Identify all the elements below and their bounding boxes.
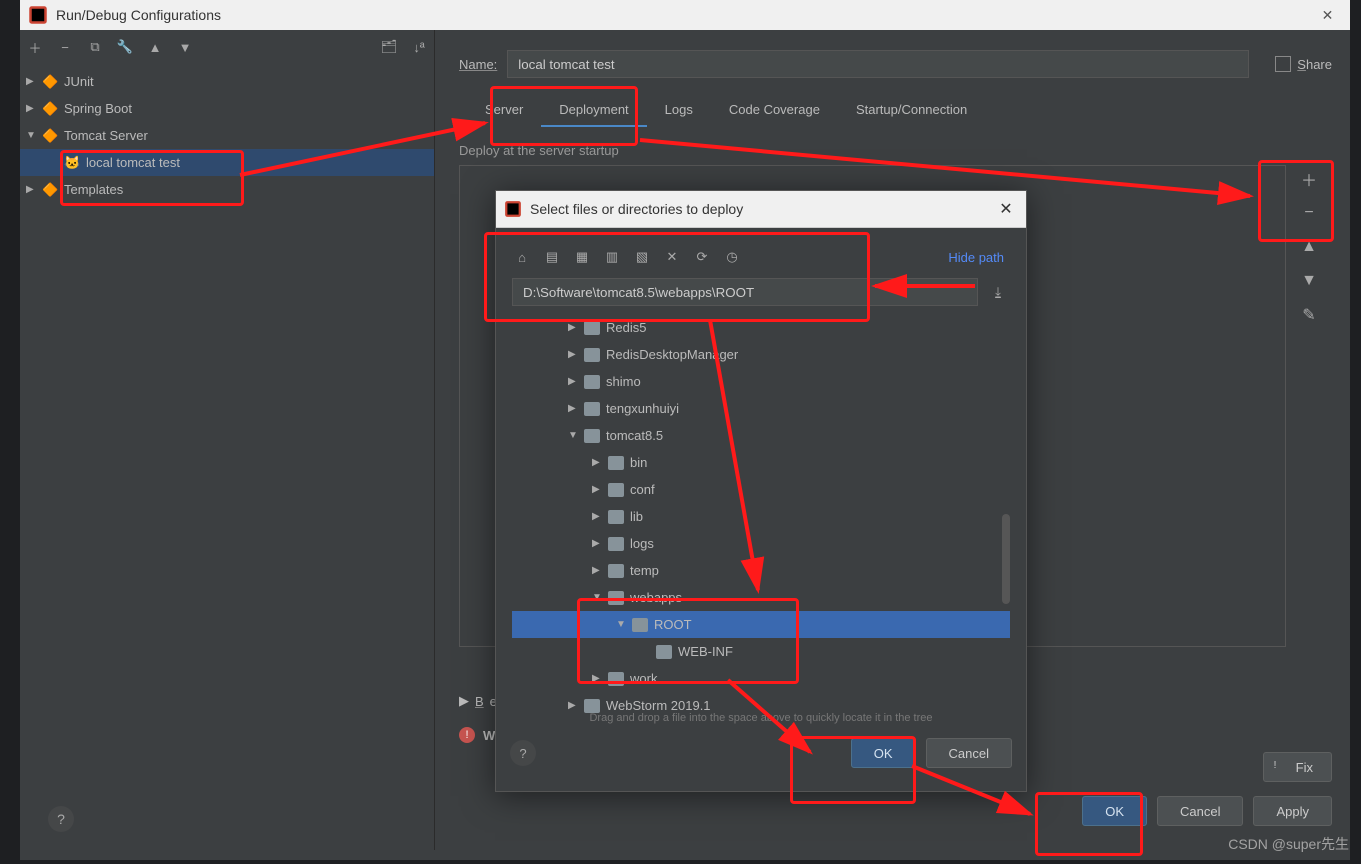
ok-button[interactable]: OK — [1082, 796, 1147, 826]
dialog-close-icon[interactable]: ✕ — [986, 199, 1026, 219]
save-path-icon[interactable]: ⤓ — [986, 278, 1010, 306]
dialog-app-icon — [504, 200, 522, 218]
deploy-section-label: Deploy at the server startup — [459, 143, 1332, 158]
folder-icon — [584, 402, 600, 416]
add-artifact-icon[interactable]: ＋ — [1295, 165, 1323, 193]
tab-server[interactable]: Server — [467, 94, 541, 127]
edit-icon[interactable]: ✎ — [1295, 301, 1323, 329]
remove-artifact-icon[interactable]: − — [1295, 199, 1323, 227]
file-node-5[interactable]: ▶bin — [512, 449, 1010, 476]
config-node-3[interactable]: 🐱local tomcat test — [20, 149, 434, 176]
tab-bar: ServerDeploymentLogsCode CoverageStartup… — [467, 94, 1332, 127]
dialog-cancel-button[interactable]: Cancel — [926, 738, 1012, 768]
folder-icon — [584, 429, 600, 443]
folder-icon — [608, 537, 624, 551]
wrench-icon[interactable]: 🔧 — [114, 36, 136, 58]
sidebar-toolbar: ＋ − ⧉ 🔧 ▲ ▼ 🗂 ↓ª — [20, 30, 434, 64]
config-tree[interactable]: ▶🔶JUnit▶🔶Spring Boot▼🔶Tomcat Server🐱loca… — [20, 64, 434, 850]
apply-button[interactable]: Apply — [1253, 796, 1332, 826]
file-tree[interactable]: ▶Redis5▶RedisDesktopManager▶shimo▶tengxu… — [512, 314, 1010, 714]
dialog-title: Select files or directories to deploy — [530, 201, 743, 217]
delete-icon[interactable]: ✕ — [662, 249, 682, 265]
tab-logs[interactable]: Logs — [647, 94, 711, 127]
tab-deployment[interactable]: Deployment — [541, 94, 646, 127]
folder-icon — [608, 564, 624, 578]
tab-startup-connection[interactable]: Startup/Connection — [838, 94, 985, 127]
file-node-3[interactable]: ▶tengxunhuiyi — [512, 395, 1010, 422]
app-icon — [28, 5, 48, 25]
remove-config-icon[interactable]: − — [54, 36, 76, 58]
folder-icon[interactable]: 🗂 — [378, 36, 400, 58]
file-node-7[interactable]: ▶lib — [512, 503, 1010, 530]
folder-icon — [584, 375, 600, 389]
file-node-1[interactable]: ▶RedisDesktopManager — [512, 341, 1010, 368]
folder-icon — [632, 618, 648, 632]
close-window-icon[interactable]: ✕ — [1305, 0, 1350, 30]
select-files-dialog: Select files or directories to deploy ✕ … — [495, 190, 1027, 792]
move-down-icon[interactable]: ▼ — [1295, 267, 1323, 295]
module-root-icon[interactable]: ▥ — [602, 249, 622, 265]
folder-icon — [608, 483, 624, 497]
file-node-0[interactable]: ▶Redis5 — [512, 314, 1010, 341]
up-icon[interactable]: ▲ — [144, 36, 166, 58]
file-node-8[interactable]: ▶logs — [512, 530, 1010, 557]
warn-icon: ! — [1274, 760, 1288, 774]
config-node-1[interactable]: ▶🔶Spring Boot — [20, 95, 434, 122]
path-input[interactable] — [512, 278, 978, 306]
hide-path-link[interactable]: Hide path — [948, 250, 1004, 265]
refresh-icon[interactable]: ⟳ — [692, 249, 712, 265]
desktop-icon[interactable]: ▤ — [542, 249, 562, 265]
share-checkbox[interactable]: SSharehare — [1275, 56, 1332, 72]
show-hidden-icon[interactable]: ◷ — [722, 249, 742, 265]
file-node-9[interactable]: ▶temp — [512, 557, 1010, 584]
folder-icon — [584, 321, 600, 335]
file-node-13[interactable]: ▶work — [512, 665, 1010, 692]
folder-icon — [584, 699, 600, 713]
cancel-button[interactable]: Cancel — [1157, 796, 1243, 826]
copy-config-icon[interactable]: ⧉ — [84, 36, 106, 58]
file-node-12[interactable]: WEB-INF — [512, 638, 1010, 665]
folder-icon — [608, 591, 624, 605]
sort-icon[interactable]: ↓ª — [408, 36, 430, 58]
file-node-4[interactable]: ▼tomcat8.5 — [512, 422, 1010, 449]
dialog-ok-button[interactable]: OK — [851, 738, 916, 768]
project-root-icon[interactable]: ▦ — [572, 249, 592, 265]
config-node-2[interactable]: ▼🔶Tomcat Server — [20, 122, 434, 149]
name-label: Name: — [459, 57, 497, 72]
home-icon[interactable]: ⌂ — [512, 250, 532, 265]
new-folder-icon[interactable]: ▧ — [632, 249, 652, 265]
down-icon[interactable]: ▼ — [174, 36, 196, 58]
title-bar: Run/Debug Configurations ✕ — [20, 0, 1350, 30]
watermark: CSDN @super先生 — [1228, 834, 1349, 854]
move-up-icon[interactable]: ▲ — [1295, 233, 1323, 261]
file-node-6[interactable]: ▶conf — [512, 476, 1010, 503]
window-title: Run/Debug Configurations — [56, 7, 221, 23]
folder-icon — [584, 348, 600, 362]
config-node-0[interactable]: ▶🔶JUnit — [20, 68, 434, 95]
file-node-2[interactable]: ▶shimo — [512, 368, 1010, 395]
folder-icon — [608, 672, 624, 686]
file-node-11[interactable]: ▼ROOT — [512, 611, 1010, 638]
fix-button[interactable]: ! Fix — [1263, 752, 1332, 782]
error-icon: ! — [459, 727, 475, 743]
add-config-icon[interactable]: ＋ — [24, 36, 46, 58]
folder-icon — [608, 510, 624, 524]
tab-code-coverage[interactable]: Code Coverage — [711, 94, 838, 127]
folder-icon — [656, 645, 672, 659]
dialog-help-icon[interactable]: ? — [510, 740, 536, 766]
file-node-14[interactable]: ▶WebStorm 2019.1 — [512, 692, 1010, 714]
file-node-10[interactable]: ▼webapps — [512, 584, 1010, 611]
config-node-4[interactable]: ▶🔶Templates — [20, 176, 434, 203]
name-input[interactable] — [507, 50, 1249, 78]
scrollbar[interactable] — [1002, 514, 1010, 604]
folder-icon — [608, 456, 624, 470]
help-icon[interactable]: ? — [48, 806, 74, 832]
